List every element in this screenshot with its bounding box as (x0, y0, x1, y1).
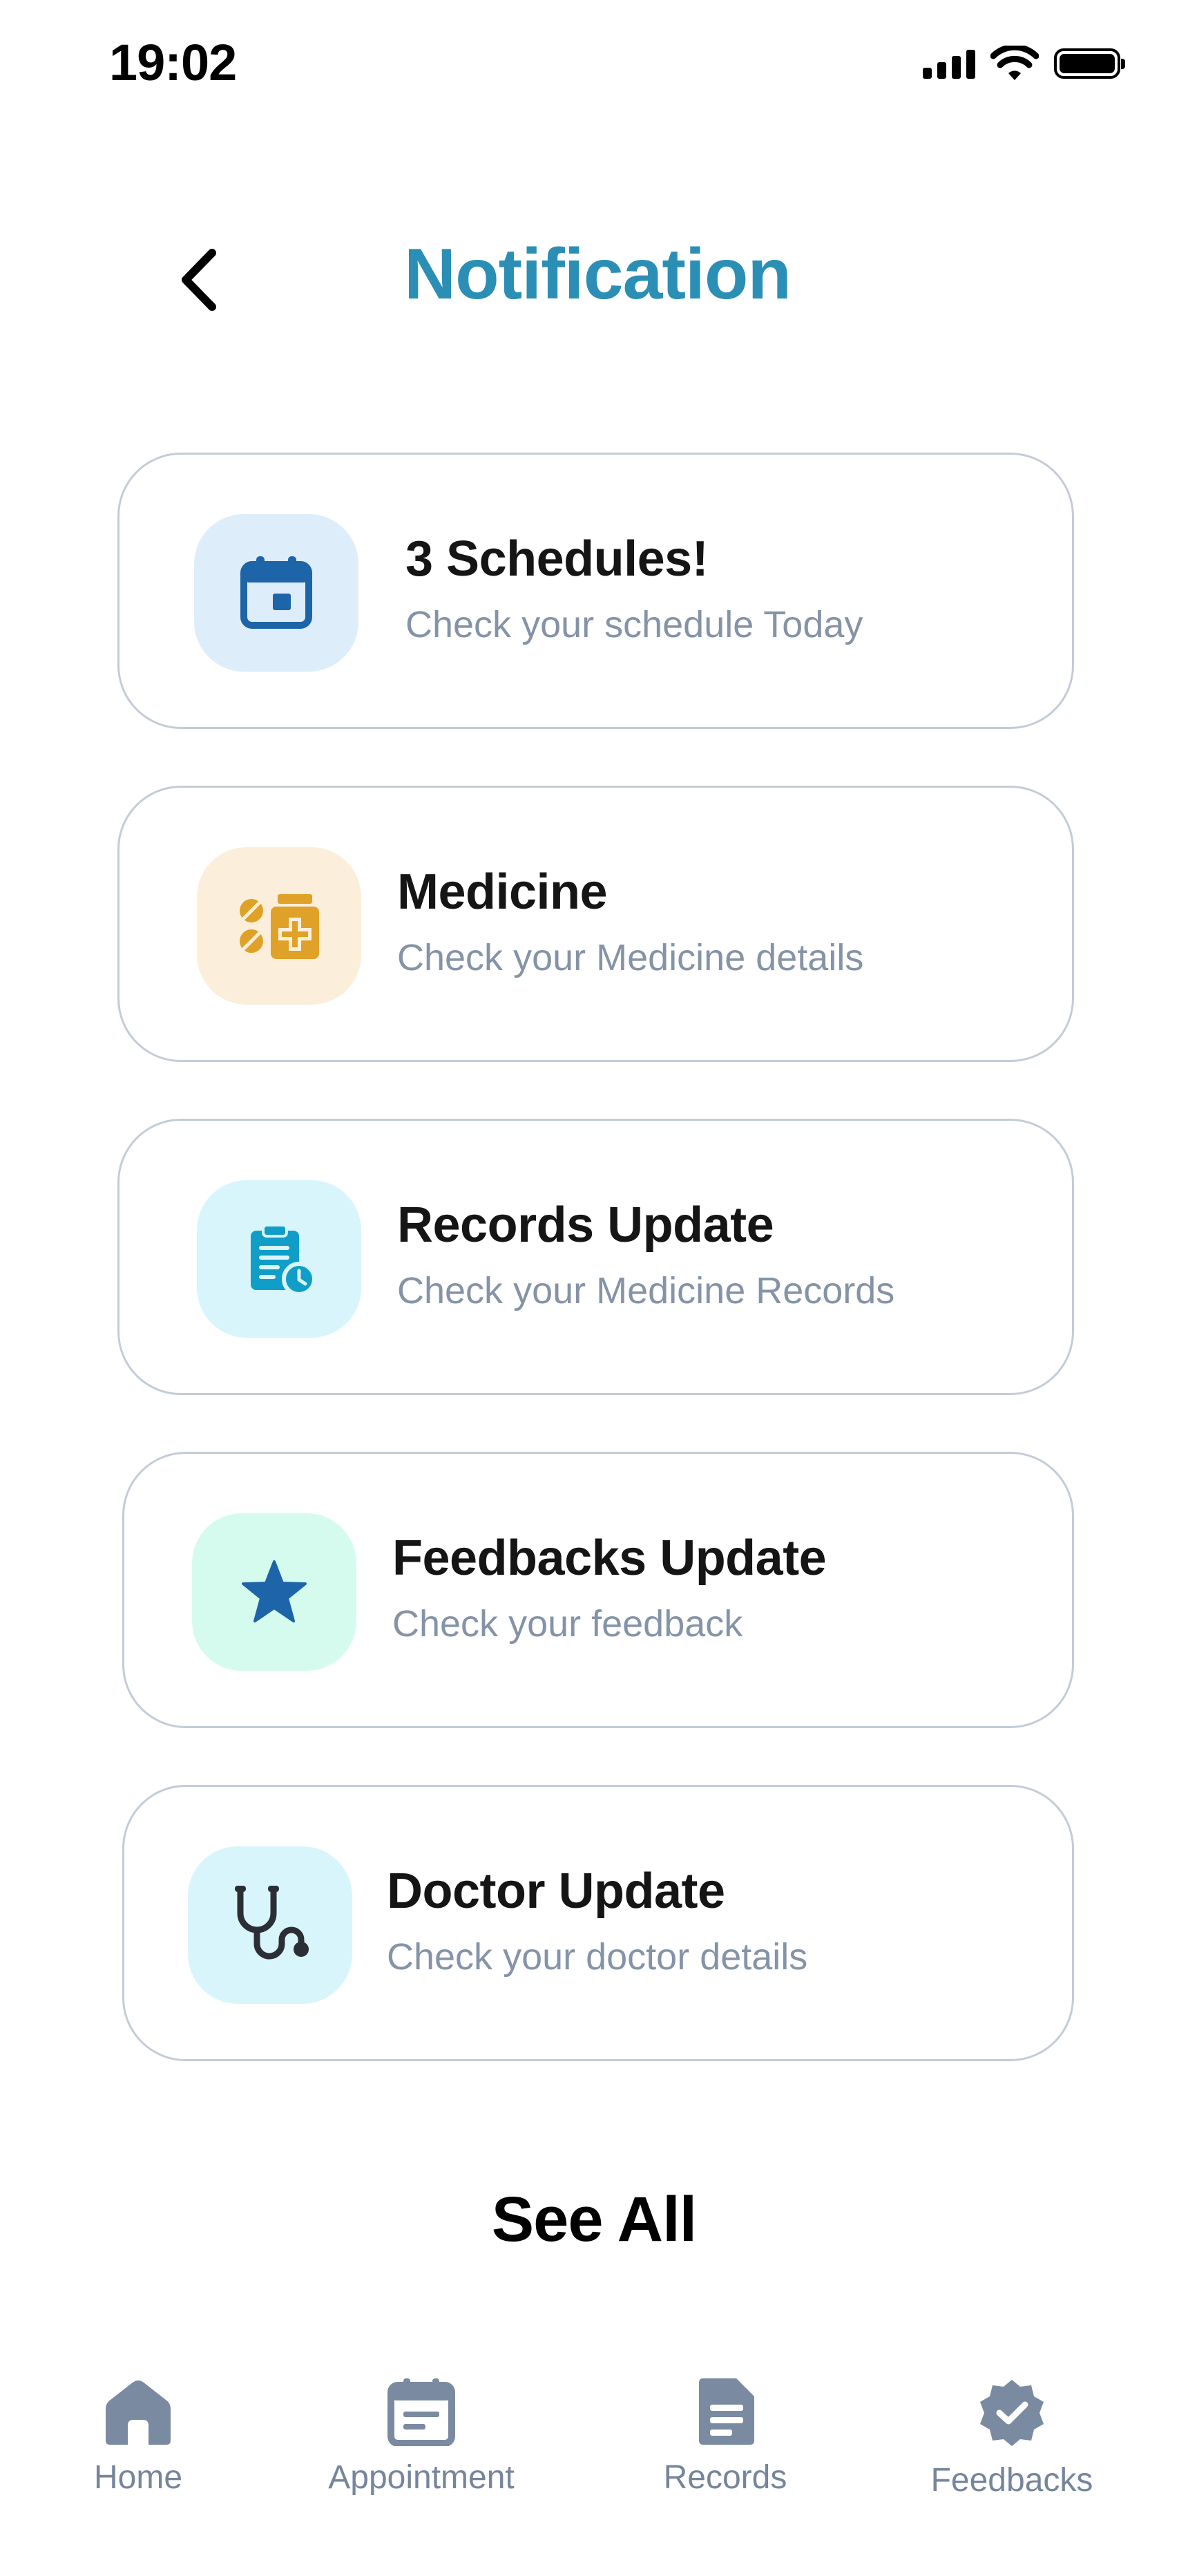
signal-icon (923, 48, 975, 79)
nav-label: Records (663, 2459, 787, 2496)
notification-card-schedules[interactable]: 3 Schedules! Check your schedule Today (117, 453, 1074, 729)
clipboard-icon (251, 1224, 316, 1296)
star-icon (242, 1560, 307, 1622)
document-icon (699, 2378, 754, 2445)
status-icons (923, 46, 1125, 82)
card-title: Doctor Update (387, 1864, 725, 1919)
card-subtitle: Check your Medicine Records (397, 1270, 895, 1311)
notification-card-medicine[interactable]: Medicine Check your Medicine details (117, 786, 1074, 1062)
card-title: 3 Schedules! (405, 531, 709, 587)
nav-item-home[interactable]: Home (69, 2377, 207, 2497)
medicine-icon (240, 894, 319, 959)
notification-card-feedbacks[interactable]: Feedbacks Update Check your feedback (122, 1452, 1074, 1728)
verified-badge-icon (980, 2380, 1044, 2446)
notification-card-doctor[interactable]: Doctor Update Check your doctor details (122, 1785, 1074, 2061)
icon-tile (194, 514, 358, 672)
card-subtitle: Check your doctor details (387, 1936, 808, 1978)
card-title: Feedbacks Update (392, 1531, 827, 1586)
status-time: 19:02 (109, 34, 237, 91)
nav-label: Home (93, 2459, 183, 2496)
nav-item-feedbacks[interactable]: Feedbacks (919, 2377, 1105, 2499)
calendar-icon (387, 2378, 455, 2446)
home-icon (106, 2380, 171, 2445)
nav-label: Feedbacks (930, 2462, 1093, 2499)
icon-tile (188, 1846, 352, 2004)
see-all-button[interactable]: See All (0, 2184, 1188, 2256)
wifi-icon (990, 46, 1039, 80)
card-title: Medicine (397, 864, 608, 920)
card-subtitle: Check your schedule Today (405, 604, 863, 645)
stethoscope-icon (235, 1886, 309, 1960)
icon-tile (192, 1513, 356, 1671)
nav-item-records[interactable]: Records (649, 2377, 801, 2497)
card-subtitle: Check your Medicine details (397, 937, 864, 978)
nav-label: Appointment (328, 2459, 515, 2496)
page-title: Notification (404, 234, 792, 314)
battery-icon (1054, 48, 1125, 79)
notification-card-records[interactable]: Records Update Check your Medicine Recor… (117, 1119, 1074, 1395)
icon-tile (197, 847, 361, 1005)
calendar-icon (240, 556, 312, 629)
nav-item-appointment[interactable]: Appointment (318, 2377, 525, 2497)
card-subtitle: Check your feedback (392, 1603, 743, 1645)
icon-tile (197, 1180, 361, 1338)
card-title: Records Update (397, 1197, 774, 1253)
